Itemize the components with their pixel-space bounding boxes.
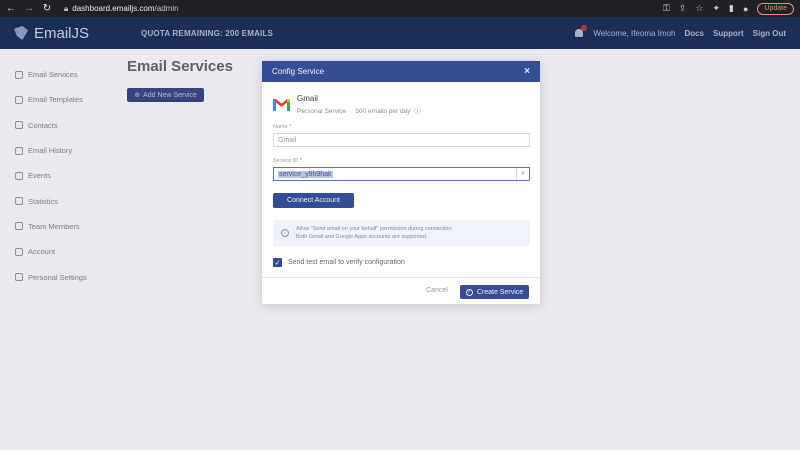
plus-circle-icon: ⊕	[134, 92, 141, 99]
search-icon[interactable]: ⌕	[516, 168, 529, 180]
add-new-service-button[interactable]: ⊕ Add New Service	[127, 88, 204, 102]
sidebar-item-label: Account	[28, 247, 56, 257]
account-icon	[15, 247, 23, 256]
checkbox-checked-icon[interactable]: ✓	[273, 258, 282, 267]
sidebar-item-label: Personal Settings	[28, 272, 87, 282]
key-icon[interactable]: ⚿	[663, 3, 670, 14]
support-link[interactable]: Support	[713, 29, 744, 38]
gmail-icon	[273, 98, 290, 111]
name-field[interactable]: Gmail	[273, 133, 530, 147]
logo[interactable]: EmailJS	[14, 25, 89, 42]
sidebar-item-account[interactable]: Account	[0, 239, 118, 264]
checkbox-label: Send test email to verify configuration	[288, 259, 405, 266]
page-title: Email Services	[127, 58, 233, 75]
sidebar-item-email-services[interactable]: Email Services	[0, 62, 118, 87]
service-limit: 500 emails per day	[355, 108, 411, 115]
back-icon[interactable]: ←	[6, 3, 16, 14]
service-id-field[interactable]: service_y9h9hak ⌕	[273, 167, 530, 181]
name-label: Name *	[273, 124, 292, 130]
test-email-option[interactable]: ✓ Send test email to verify configuratio…	[273, 258, 405, 267]
info-notice: i Allow "Send email on your behalf" perm…	[273, 220, 530, 246]
forward-icon[interactable]: →	[24, 3, 34, 14]
emailjs-logo-icon	[14, 26, 28, 40]
url-host: dashboard.emailjs.com	[72, 4, 155, 13]
sidebar-item-email-templates[interactable]: Email Templates	[0, 87, 118, 112]
extensions-icon[interactable]: ✦	[712, 3, 720, 14]
sidebar-item-label: Email Services	[28, 70, 78, 80]
star-icon[interactable]: ☆	[695, 3, 703, 14]
history-icon	[15, 146, 23, 155]
events-icon	[15, 171, 23, 180]
modal-divider	[262, 277, 540, 278]
service-id-label: Service ID *	[273, 158, 303, 164]
link-icon	[15, 70, 23, 79]
cancel-button[interactable]: Cancel	[426, 287, 448, 294]
url-path: /admin	[154, 4, 179, 13]
info-line-1: Allow "Send email on your behalf" permis…	[296, 226, 454, 232]
team-icon	[15, 222, 23, 231]
sidebar-item-label: Statistics	[28, 196, 59, 206]
add-new-service-label: Add New Service	[143, 91, 197, 99]
notification-bell-icon[interactable]	[574, 25, 588, 38]
sidebar-item-label: Contacts	[28, 120, 58, 130]
create-service-button[interactable]: ✓ Create Service	[460, 285, 529, 299]
modal-header: Config Service ×	[262, 61, 540, 82]
modal-title: Config Service	[272, 67, 325, 76]
sidebar-item-label: Team Members	[28, 221, 80, 231]
service-summary: Gmail Personal Service · 500 emails per …	[273, 94, 421, 115]
template-icon	[15, 95, 23, 104]
sidebar-toggle-icon[interactable]: ▮	[729, 3, 734, 14]
settings-icon	[15, 273, 23, 282]
sidebar-item-label: Email Templates	[28, 95, 83, 105]
sidebar-item-personal-settings[interactable]: Personal Settings	[0, 264, 118, 289]
sidebar: Email Services Email Templates Contacts …	[0, 49, 118, 450]
logo-text: EmailJS	[34, 24, 90, 42]
config-service-modal: Config Service × Gmail Personal Service …	[262, 61, 540, 304]
check-circle-icon: ✓	[465, 288, 473, 296]
sidebar-item-contacts[interactable]: Contacts	[0, 113, 118, 138]
browser-toolbar: ← → ↻ 🔒︎ dashboard.emailjs.com/admin ⚿ ⇪…	[0, 0, 800, 17]
service-id-value: service_y9h9hak	[278, 170, 333, 178]
contacts-icon	[15, 121, 23, 130]
service-name: Gmail	[297, 94, 318, 103]
sidebar-item-team-members[interactable]: Team Members	[0, 214, 118, 239]
help-icon[interactable]: ⓘ	[414, 108, 421, 115]
sidebar-item-label: Events	[28, 171, 51, 181]
info-icon: i	[281, 229, 289, 237]
reload-icon[interactable]: ↻	[42, 3, 52, 14]
welcome-text: Welcome, Ifeoma Imoh	[593, 28, 676, 38]
profile-icon[interactable]: ●	[743, 4, 748, 14]
statistics-icon	[15, 197, 23, 206]
app-header: EmailJS QUOTA REMAINING: 200 EMAILS Welc…	[0, 17, 800, 49]
close-icon[interactable]: ×	[524, 66, 530, 77]
sidebar-item-events[interactable]: Events	[0, 163, 118, 188]
connect-account-button[interactable]: Connect Account	[273, 193, 354, 208]
sidebar-item-label: Email History	[28, 146, 73, 156]
notification-badge	[581, 25, 588, 31]
create-service-label: Create Service	[476, 288, 524, 296]
name-value: Gmail	[278, 136, 297, 144]
quota-text: QUOTA REMAINING: 200 EMAILS	[141, 28, 274, 38]
update-button[interactable]: Update	[757, 2, 794, 15]
lock-icon: 🔒︎	[64, 3, 69, 13]
sidebar-item-email-history[interactable]: Email History	[0, 138, 118, 163]
service-type: Personal Service	[297, 108, 347, 115]
share-icon[interactable]: ⇪	[679, 3, 687, 14]
address-bar[interactable]: 🔒︎ dashboard.emailjs.com/admin	[64, 4, 179, 14]
info-line-2: Both Gmail and Google Apps accounts are …	[296, 234, 428, 240]
docs-link[interactable]: Docs	[684, 29, 704, 38]
sidebar-item-statistics[interactable]: Statistics	[0, 188, 118, 213]
sign-out-link[interactable]: Sign Out	[753, 29, 786, 38]
